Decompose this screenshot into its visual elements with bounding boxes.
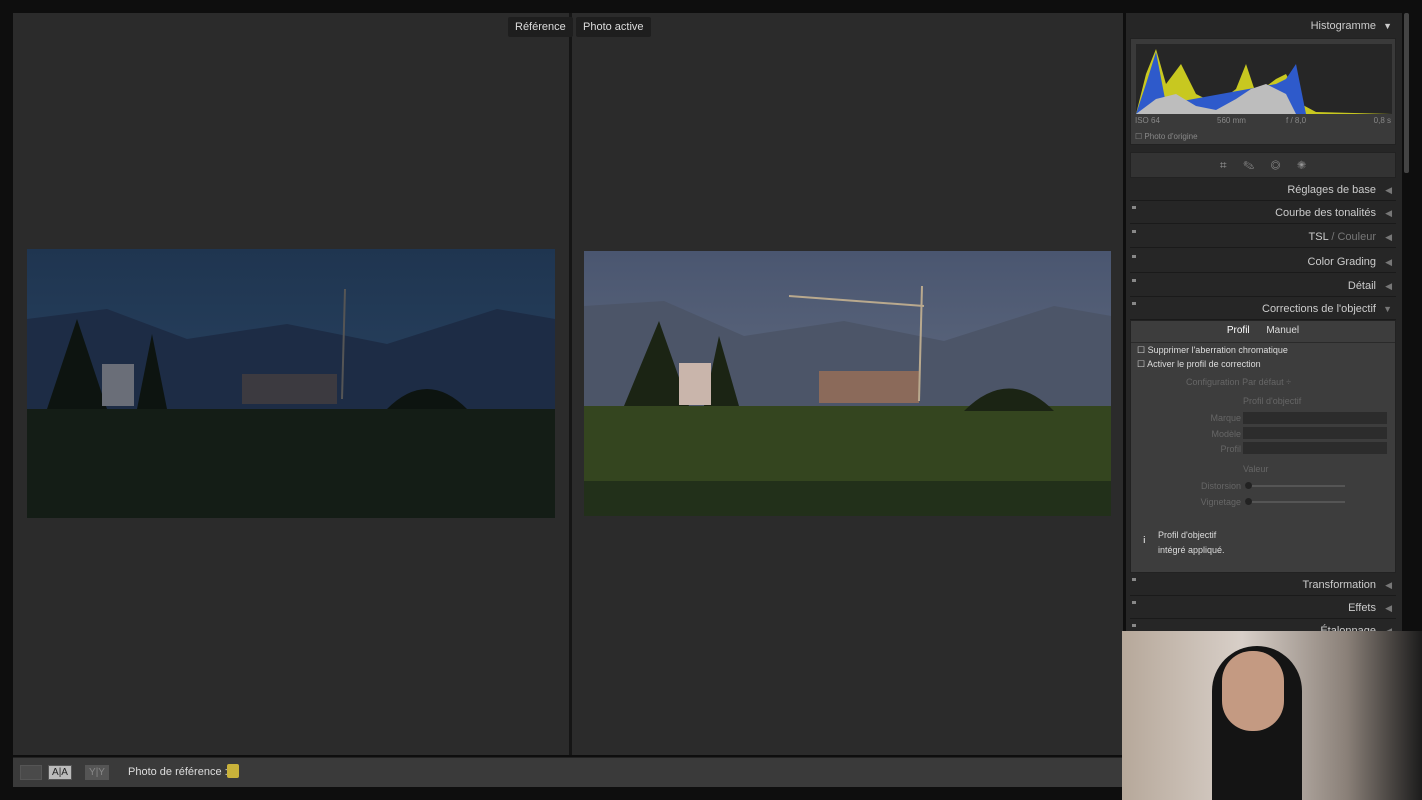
original-photo-checkbox[interactable]: ☐ Photo d'origine [1135, 132, 1198, 141]
compare-divider[interactable] [569, 13, 572, 755]
reference-photo-label: Photo de référence : [128, 766, 228, 778]
panel-basic[interactable]: Réglages de base ◀ [1130, 179, 1396, 201]
webcam-overlay [1122, 631, 1422, 800]
panel-transformation[interactable]: Transformation ◀ [1130, 574, 1396, 596]
enable-profile-checkbox[interactable]: ☐ Activer le profil de correction [1137, 359, 1261, 370]
survey-button[interactable]: Y|Y [85, 765, 109, 780]
tab-manual[interactable]: Manuel [1266, 325, 1299, 336]
reference-label: Référence [508, 17, 573, 37]
make-select[interactable] [1243, 412, 1387, 424]
lens-corrections-body: Profil Manuel ☐ Supprimer l'aberration c… [1130, 320, 1396, 573]
loupe-view-button[interactable] [20, 765, 42, 780]
setup-select[interactable]: Par défaut ÷ [1242, 377, 1291, 387]
histogram: ISO 64 560 mm f / 8,0 0,8 s ☐ Photo d'or… [1130, 38, 1396, 145]
vignetting-slider[interactable] [1245, 498, 1345, 505]
info-icon: ⅰ [1143, 535, 1146, 545]
compare-ab-button[interactable]: A|A [48, 765, 72, 780]
redeye-icon[interactable]: ◎ [1271, 158, 1281, 172]
crop-icon[interactable]: ⌗ [1220, 158, 1227, 172]
tab-profile[interactable]: Profil [1227, 325, 1250, 336]
distortion-slider[interactable] [1245, 482, 1345, 489]
histogram-header[interactable]: Histogramme ▼ [1130, 15, 1396, 37]
remove-ca-checkbox[interactable]: ☐ Supprimer l'aberration chromatique [1137, 345, 1288, 356]
profile-select[interactable] [1243, 442, 1387, 454]
panel-color-grading[interactable]: Color Grading ◀ [1130, 251, 1396, 273]
active-photo-label: Photo active [576, 17, 651, 37]
panel-scrollbar[interactable] [1404, 13, 1409, 173]
tool-strip: ⌗ ✎ ◎ ✺ [1130, 152, 1396, 178]
panel-hsl[interactable]: TSL / Couleur ◀ [1130, 226, 1396, 248]
develop-panel: Histogramme ▼ ISO 64 560 mm f / 8,0 0,8 s… [1126, 13, 1402, 633]
panel-detail[interactable]: Détail ◀ [1130, 275, 1396, 297]
panel-tone-curve[interactable]: Courbe des tonalités ◀ [1130, 202, 1396, 224]
model-select[interactable] [1243, 427, 1387, 439]
lock-icon[interactable] [227, 764, 239, 778]
bottom-toolbar: A|A Y|Y Photo de référence : [13, 757, 1123, 787]
panel-effects[interactable]: Effets ◀ [1130, 597, 1396, 619]
mask-icon[interactable]: ✺ [1297, 158, 1306, 172]
healing-icon[interactable]: ✎ [1243, 158, 1254, 172]
panel-lens-corrections[interactable]: Corrections de l'objectif ▼ [1130, 298, 1396, 320]
reference-photo[interactable] [27, 249, 555, 518]
active-photo[interactable] [584, 251, 1111, 516]
histogram-graph [1136, 44, 1392, 114]
compare-view: Référence Photo active [13, 13, 1123, 755]
